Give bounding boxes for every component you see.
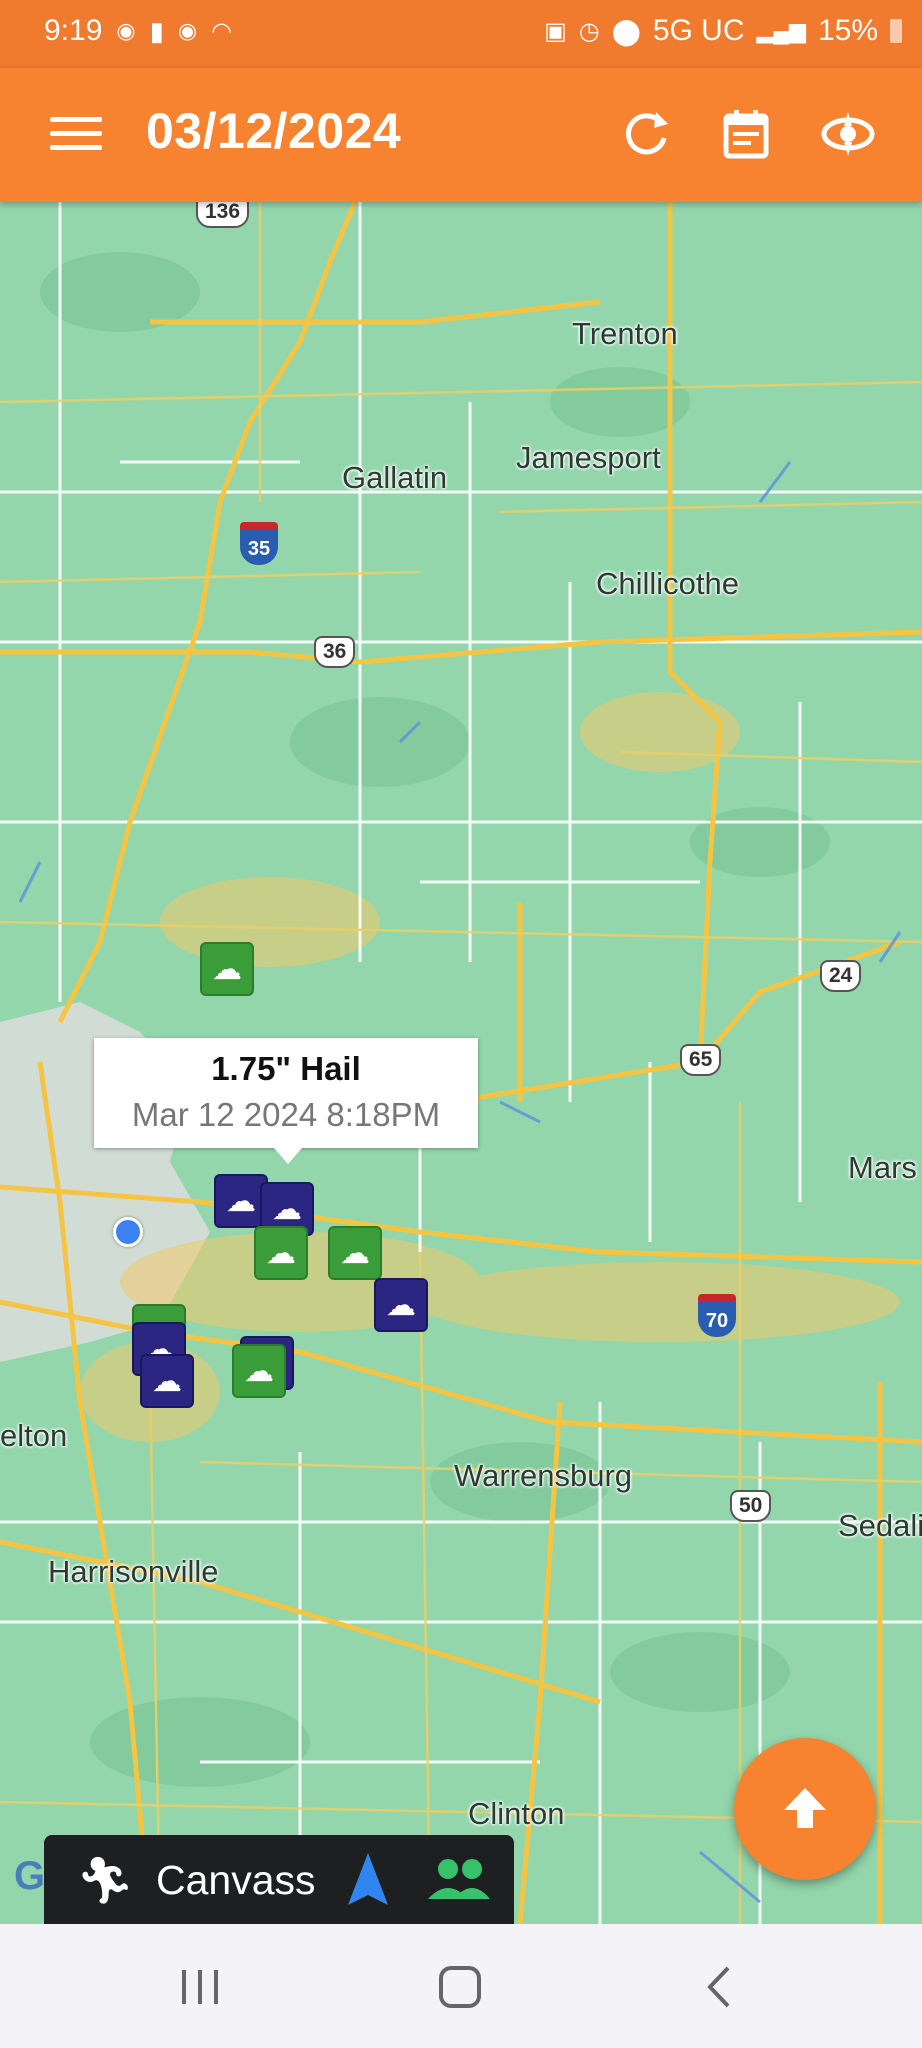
place-label-harrisonville: Harrisonville (48, 1554, 219, 1589)
storm-cloud-icon: ☁ (272, 1192, 302, 1226)
system-nav-bar (0, 1924, 922, 2048)
place-label-clinton: Clinton (468, 1796, 565, 1831)
report-info-window[interactable]: 1.75" Hail Mar 12 2024 8:18PM (94, 1038, 478, 1164)
recent-apps-icon[interactable] (176, 1964, 224, 2010)
sync-icon: ▣ (544, 17, 567, 45)
storm-cloud-icon: ☁ (152, 1364, 182, 1398)
location-icon: ⬤ (611, 15, 641, 46)
hail-report-marker[interactable]: ☁ (254, 1226, 308, 1280)
status-time: 9:19 (44, 14, 103, 47)
group-icon[interactable] (424, 1855, 492, 1910)
place-label-chillicothe: Chillicothe (596, 566, 740, 601)
us-route-50-shield: 50 (730, 1490, 772, 1522)
map-view[interactable]: Trenton Jamesport Gallatin Chillicothe M… (0, 202, 922, 1924)
back-icon[interactable] (696, 1964, 744, 2010)
battery-label: 15% (817, 14, 878, 47)
place-label-gallatin: Gallatin (342, 460, 448, 495)
status-left: 9:19 ◉ ▮ ◉ ◠ (44, 14, 232, 48)
battery-icon (890, 19, 902, 43)
place-label-warrensburg: Warrensburg (454, 1458, 633, 1493)
network-label: 5G UC (652, 14, 745, 47)
navigation-arrow-icon[interactable] (344, 1851, 392, 1912)
place-label-trenton: Trenton (572, 316, 678, 351)
canvass-label: Canvass (156, 1857, 316, 1903)
us-route-24-shield: 24 (820, 960, 862, 992)
signal-icon: ▂▄▆ (756, 18, 806, 43)
place-label-jamesport: Jamesport (516, 440, 661, 475)
place-label-elton: elton (0, 1418, 68, 1453)
current-location-dot (113, 1217, 143, 1247)
hamburger-menu-icon[interactable] (38, 110, 108, 164)
alarm-icon: ◷ (578, 17, 600, 45)
arrow-up-icon (784, 1788, 826, 1828)
place-label-mars: Mars (848, 1150, 917, 1185)
hail-report-marker[interactable]: ☁ (232, 1344, 286, 1398)
status-bar: 9:19 ◉ ▮ ◉ ◠ ▣ ◷ ⬤ 5G UC ▂▄▆ 15% (0, 0, 922, 68)
app-bar: 03/12/2024 (0, 68, 922, 202)
upload-report-button[interactable] (734, 1738, 876, 1880)
wind-report-marker[interactable]: ☁ (374, 1278, 428, 1332)
us-route-65-shield: 65 (680, 1044, 722, 1076)
report-title: 1.75" Hail (211, 1050, 361, 1087)
storm-cloud-icon: ☁ (340, 1236, 370, 1270)
storm-cloud-icon: ☁ (266, 1236, 296, 1270)
storm-cloud-icon: ☁ (386, 1288, 416, 1322)
place-label-sedali: Sedali (838, 1508, 922, 1543)
storm-radar-icon[interactable] (818, 104, 878, 164)
alert-icon: ▮ (149, 15, 164, 46)
eye-icon: ◉ (116, 18, 136, 43)
refresh-icon[interactable] (616, 104, 676, 164)
hail-report-marker[interactable]: ☁ (200, 942, 254, 996)
wifi-icon: ◠ (211, 17, 233, 45)
canvass-bar[interactable]: 🏃︎ Canvass (44, 1835, 514, 1925)
wind-report-marker[interactable]: ☁ (140, 1354, 194, 1408)
interstate-35-shield: 35 (240, 522, 278, 565)
page-title[interactable]: 03/12/2024 (146, 102, 401, 160)
storm-cloud-icon: ☁ (244, 1354, 274, 1388)
storm-cloud-icon: ☁ (226, 1184, 256, 1218)
status-right: ▣ ◷ ⬤ 5G UC ▂▄▆ 15% (544, 14, 902, 48)
hail-report-marker[interactable]: ☁ (328, 1226, 382, 1280)
eye-icon: ◉ (177, 18, 198, 43)
calendar-icon[interactable] (716, 104, 776, 164)
interstate-70-shield: 70 (698, 1294, 736, 1337)
walking-person-icon: 🏃︎ (76, 1854, 135, 1906)
us-route-136-shield: 136 (196, 202, 250, 228)
us-route-36-shield: 36 (314, 636, 356, 668)
storm-cloud-icon: ☁ (212, 952, 242, 986)
report-datetime: Mar 12 2024 8:18PM (131, 1096, 441, 1133)
home-icon[interactable] (436, 1964, 484, 2010)
